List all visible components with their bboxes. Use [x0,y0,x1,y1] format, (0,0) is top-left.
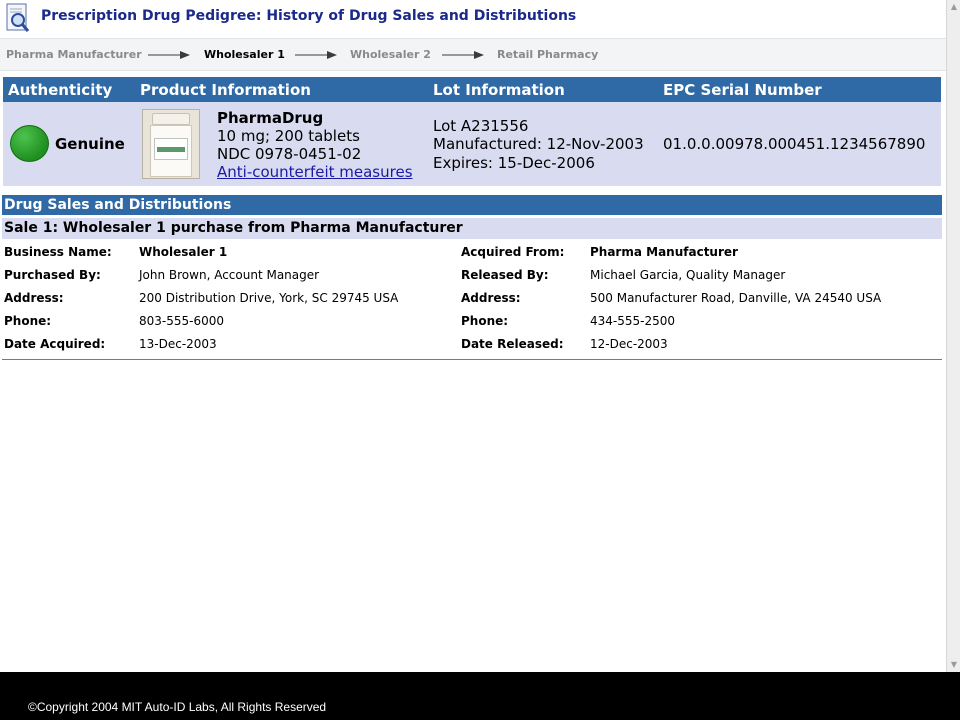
page-title: Prescription Drug Pedigree: History of D… [41,8,577,24]
label-phone-seller: Phone: [461,314,509,328]
breadcrumb-step-wholesaler-1[interactable]: Wholesaler 1 [204,48,285,61]
sale-title: Sale 1: Wholesaler 1 purchase from Pharm… [4,220,463,236]
product-dose: 10 mg; 200 tablets [217,127,360,145]
label-acquired-from: Acquired From: [461,245,565,259]
product-name: PharmaDrug [217,109,324,127]
sales-section-header: Drug Sales and Distributions [2,195,942,215]
product-ndc: NDC 0978-0451-02 [217,145,362,163]
header-lot-information: Lot Information [433,81,565,99]
pill-bottle-image [142,109,200,179]
value-phone-buyer: 803-555-6000 [139,314,225,328]
lot-number: Lot A231556 [433,117,529,135]
epc-serial-number: 01.0.0.00978.000451.1234567890 [663,135,926,153]
value-address-buyer: 200 Distribution Drive, York, SC 29745 U… [139,291,399,305]
label-address-seller: Address: [461,291,521,305]
summary-data-row: Genuine PharmaDrug 10 mg; 200 tablets ND… [3,102,941,186]
header-epc-serial-number: EPC Serial Number [663,81,822,99]
value-released-by: Michael Garcia, Quality Manager [590,268,786,282]
footer-bar: ©Copyright 2004 MIT Auto-ID Labs, All Ri… [0,672,960,720]
breadcrumb-step-pharma-manufacturer[interactable]: Pharma Manufacturer [6,48,142,61]
sales-section-title: Drug Sales and Distributions [4,197,232,213]
label-date-acquired: Date Acquired: [4,337,106,351]
header-product-information: Product Information [140,81,311,99]
scroll-down-icon[interactable]: ▼ [948,659,960,671]
value-business-name: Wholesaler 1 [139,245,228,259]
value-address-seller: 500 Manufacturer Road, Danville, VA 2454… [590,291,882,305]
label-date-released: Date Released: [461,337,564,351]
header-authenticity: Authenticity [8,81,113,99]
value-date-released: 12-Dec-2003 [590,337,668,351]
product-summary-table: Authenticity Product Information Lot Inf… [3,77,941,186]
vertical-scrollbar[interactable]: ▲ ▼ [946,0,960,672]
sale-divider [2,359,942,360]
label-purchased-by: Purchased By: [4,268,101,282]
anti-counterfeit-link[interactable]: Anti-counterfeit measures [217,163,413,181]
magnifier-document-icon [6,3,30,32]
label-released-by: Released By: [461,268,549,282]
sale-title-row: Sale 1: Wholesaler 1 purchase from Pharm… [2,218,942,239]
label-address-buyer: Address: [4,291,64,305]
label-phone-buyer: Phone: [4,314,52,328]
value-acquired-from: Pharma Manufacturer [590,245,738,259]
pedigree-page: Prescription Drug Pedigree: History of D… [0,0,946,672]
lot-expiry-date: Expires: 15-Dec-2006 [433,154,595,172]
value-phone-seller: 434-555-2500 [590,314,676,328]
arrow-right-icon [295,51,337,59]
scroll-up-icon[interactable]: ▲ [948,1,960,13]
status-indicator-icon [10,125,49,162]
arrow-right-icon [442,51,484,59]
value-date-acquired: 13-Dec-2003 [139,337,217,351]
title-bar: Prescription Drug Pedigree: History of D… [0,0,946,36]
lot-manufactured-date: Manufactured: 12-Nov-2003 [433,135,644,153]
label-business-name: Business Name: [4,245,112,259]
breadcrumb-step-retail-pharmacy[interactable]: Retail Pharmacy [497,48,598,61]
copyright-text: ©Copyright 2004 MIT Auto-ID Labs, All Ri… [28,700,327,714]
summary-header-row: Authenticity Product Information Lot Inf… [3,77,941,102]
distribution-breadcrumb: Pharma Manufacturer Wholesaler 1 Wholesa… [0,38,946,71]
arrow-right-icon [148,51,190,59]
value-purchased-by: John Brown, Account Manager [139,268,320,282]
breadcrumb-step-wholesaler-2[interactable]: Wholesaler 2 [350,48,431,61]
authenticity-status: Genuine [55,135,125,153]
